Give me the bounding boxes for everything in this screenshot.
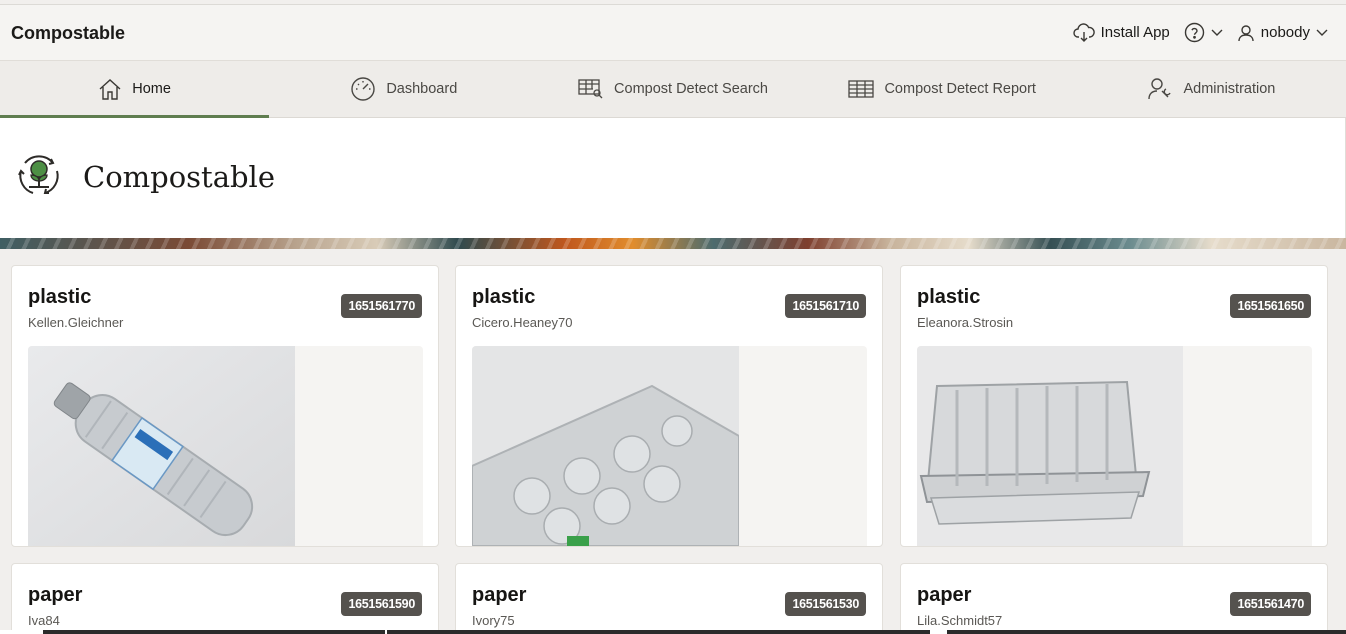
card-user: Eleanora.Strosin <box>917 315 1014 330</box>
card-badge: 1651561650 <box>1230 294 1311 318</box>
nav-item-label: Compost Detect Search <box>614 81 768 97</box>
decorative-banner-strip <box>0 238 1346 249</box>
table-icon <box>848 80 875 98</box>
card-user: Kellen.Gleichner <box>28 315 124 330</box>
card[interactable]: paper Lila.Schmidt57 1651561470 <box>900 563 1328 634</box>
card-user: Iva84 <box>28 613 60 628</box>
table-search-icon <box>578 79 603 99</box>
card[interactable]: paper Iva84 1651561590 <box>11 563 439 634</box>
card-image <box>28 346 295 546</box>
card-user: Ivory75 <box>472 613 515 628</box>
horizontal-scrollbar[interactable] <box>0 630 1346 634</box>
card[interactable]: plastic Cicero.Heaney70 1651561710 <box>455 265 883 547</box>
nav-item-administration[interactable]: Administration <box>1077 61 1346 117</box>
card-title: plastic <box>28 286 92 308</box>
user-icon <box>1238 24 1254 41</box>
chevron-down-icon <box>1316 29 1328 36</box>
card[interactable]: paper Ivory75 1651561530 <box>455 563 883 634</box>
help-menu-button[interactable] <box>1184 22 1223 43</box>
page-title: Compostable <box>83 160 275 194</box>
hero-region: Compostable <box>0 118 1346 238</box>
card-media <box>472 346 867 546</box>
nav-item-home[interactable]: Home <box>0 61 270 118</box>
card-media <box>917 346 1312 546</box>
top-bar: Compostable Install App nobody <box>0 4 1346 61</box>
card[interactable]: plastic Eleanora.Strosin 1651561650 <box>900 265 1328 547</box>
card-title: paper <box>28 584 83 606</box>
help-icon <box>1184 22 1204 43</box>
card[interactable]: plastic Kellen.Gleichner 1651561770 <box>11 265 439 547</box>
card-title: paper <box>472 584 527 606</box>
nav-item-label: Compost Detect Report <box>884 81 1036 97</box>
card-image <box>472 346 739 546</box>
install-app-label: Install App <box>1100 24 1170 41</box>
top-right-actions: Install App nobody <box>1072 22 1328 43</box>
nav-item-compost-detect-search[interactable]: Compost Detect Search <box>538 61 807 117</box>
user-menu-button[interactable]: nobody <box>1237 24 1328 42</box>
compost-logo-icon <box>18 155 59 194</box>
user-wrench-icon <box>1148 78 1172 100</box>
card-badge: 1651561530 <box>785 592 866 616</box>
nav-item-label: Dashboard <box>386 81 458 97</box>
card-badge: 1651561710 <box>785 294 866 318</box>
card-title: paper <box>917 584 972 606</box>
card-image <box>917 346 1184 546</box>
nav-item-dashboard[interactable]: Dashboard <box>269 61 538 117</box>
main-navigation: Home Dashboard Compost Detect Search Com… <box>0 61 1346 118</box>
app-name[interactable]: Compostable <box>11 23 125 44</box>
card-badge: 1651561590 <box>341 592 422 616</box>
user-name: nobody <box>1260 24 1310 41</box>
card-media <box>28 346 423 546</box>
chevron-down-icon <box>1211 29 1223 36</box>
gauge-icon <box>351 77 376 101</box>
card-user: Lila.Schmidt57 <box>917 613 1003 628</box>
card-badge: 1651561770 <box>341 294 422 318</box>
card-badge: 1651561470 <box>1230 592 1311 616</box>
card-title: plastic <box>472 286 536 308</box>
nav-item-label: Home <box>132 81 171 97</box>
card-title: plastic <box>917 286 981 308</box>
home-icon <box>99 79 121 100</box>
nav-item-compost-detect-report[interactable]: Compost Detect Report <box>808 61 1077 117</box>
card-user: Cicero.Heaney70 <box>472 315 573 330</box>
nav-item-label: Administration <box>1183 81 1276 97</box>
cloud-download-icon <box>1072 22 1095 42</box>
install-app-button[interactable]: Install App <box>1072 22 1170 43</box>
